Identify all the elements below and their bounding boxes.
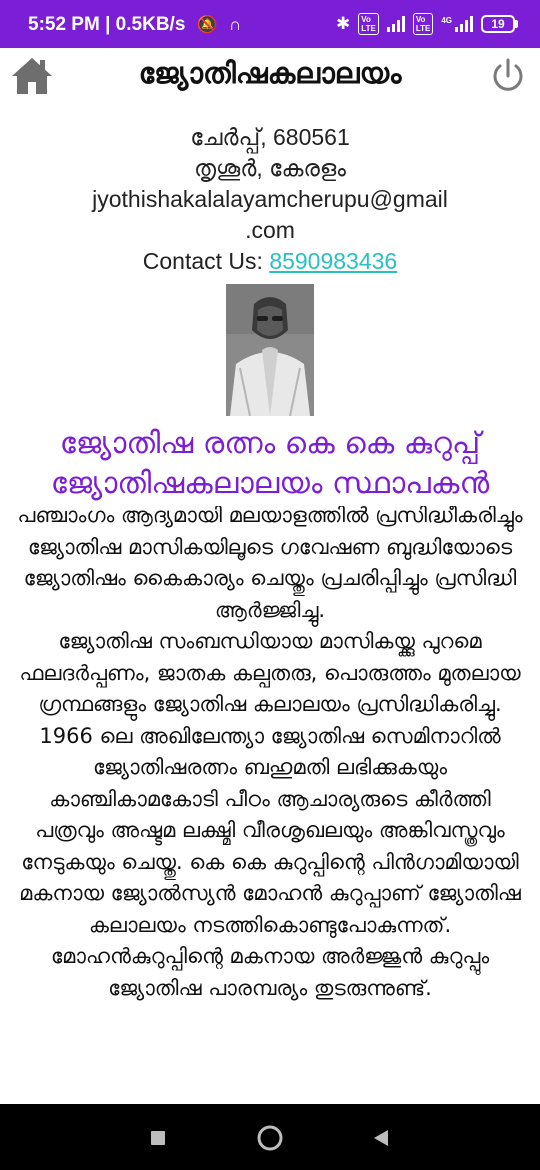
founder-title-line-1: ജ്യോതിഷ രത്നം കെ കെ കുറുപ്പ് bbox=[59, 426, 481, 461]
contact-row: Contact Us: 8590983436 bbox=[0, 246, 540, 277]
system-nav-bar bbox=[0, 1104, 540, 1170]
bluetooth-icon: ✱ bbox=[336, 14, 351, 34]
home-icon[interactable] bbox=[10, 54, 54, 98]
back-triangle-icon[interactable] bbox=[366, 1122, 398, 1154]
status-bar: 5:52 PM | 0.5KB/s 🔕 ∩ ✱ Vo LTE Vo LTE 4G 1… bbox=[0, 0, 540, 48]
article-scroll-area[interactable]: പഞ്ചാംഗം ആദ്യമായി മലയാളത്തിൽ പ്രസിദ്ധീകര… bbox=[0, 506, 540, 1104]
email-line-2[interactable]: .com bbox=[0, 215, 540, 246]
power-icon[interactable] bbox=[490, 54, 526, 98]
mute-alarm-icon: 🔕 bbox=[196, 15, 218, 34]
status-icons: ✱ Vo LTE Vo LTE 4G 19 bbox=[336, 13, 518, 35]
battery-icon: 19 bbox=[481, 15, 518, 33]
volte-icon: Vo LTE bbox=[358, 13, 379, 35]
address-line-1: ചേർപ്പ്, 680561 bbox=[190, 124, 350, 150]
status-time-speed: 5:52 PM | 0.5KB/s 🔕 ∩ bbox=[28, 14, 241, 36]
founder-photo bbox=[226, 284, 314, 416]
email-line-1[interactable]: jyothishakalalayamcherupu@gmail bbox=[0, 184, 540, 215]
signal-2-icon: 4G bbox=[441, 16, 473, 32]
address-line-2: തൃശൂർ, കേരളം bbox=[194, 155, 346, 181]
square-icon[interactable] bbox=[142, 1122, 174, 1154]
article-paragraph-2: ജ്യോതിഷ സംബന്ധിയായ മാസികയ്ക്കു പുറമെ ഫലദ… bbox=[19, 629, 521, 1000]
status-text: 5:52 PM | 0.5KB/s bbox=[28, 14, 186, 35]
article-text: പഞ്ചാംഗം ആദ്യമായി മലയാളത്തിൽ പ്രസിദ്ധീകര… bbox=[0, 506, 540, 1004]
founder-title-line-2: ജ്യോതിഷകലാലയം സ്ഥാപകൻ bbox=[50, 466, 490, 501]
phone-link[interactable]: 8590983436 bbox=[269, 248, 397, 274]
circle-home-icon[interactable] bbox=[254, 1122, 286, 1154]
founder-heading: ജ്യോതിഷ രത്നം കെ കെ കുറുപ്പ് ജ്യോതിഷകലാല… bbox=[0, 424, 540, 504]
content: ചേർപ്പ്, 680561 തൃശൂർ, കേരളം jyothishaka… bbox=[0, 104, 540, 1104]
contact-label: Contact Us: bbox=[142, 248, 270, 274]
article-paragraph-1: പഞ്ചാംഗം ആദ്യമായി മലയാളത്തിൽ പ്രസിദ്ധീകര… bbox=[17, 506, 523, 622]
network-type-label: 4G bbox=[441, 16, 452, 25]
battery-level: 19 bbox=[481, 15, 515, 33]
volte-2-icon: Vo LTE bbox=[412, 13, 434, 35]
headset-icon: ∩ bbox=[229, 15, 242, 34]
app-title: ജ്യോതിഷകലാലയം bbox=[138, 56, 402, 90]
contact-block: ചേർപ്പ്, 680561 തൃശൂർ, കേരളം jyothishaka… bbox=[0, 122, 540, 277]
app-bar: ജ്യോതിഷകലാലയം bbox=[0, 48, 540, 104]
signal-1-icon bbox=[386, 16, 405, 32]
